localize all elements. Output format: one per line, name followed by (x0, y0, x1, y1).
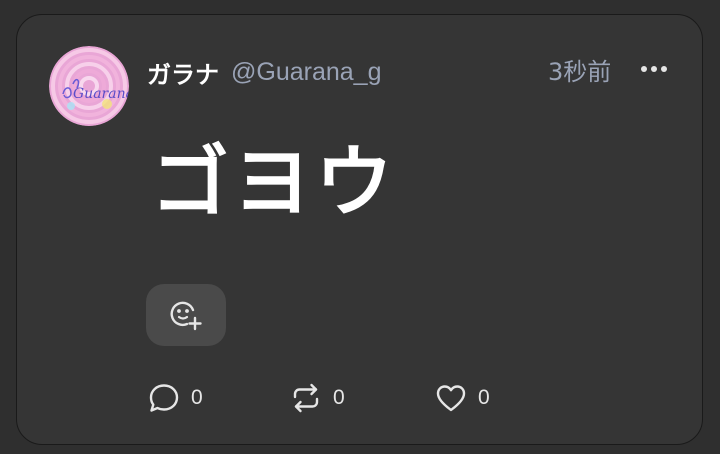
renote-icon (293, 383, 319, 413)
post-header: ガラナ @Guarana_g (147, 52, 381, 92)
avatar-spiral-logo: Guarana (49, 46, 129, 126)
more-horizontal-icon (641, 66, 667, 72)
more-options-button[interactable] (637, 57, 671, 81)
reply-count: 0 (191, 386, 203, 409)
like-count: 0 (478, 386, 490, 409)
add-reaction-button[interactable] (146, 284, 226, 346)
renote-count: 0 (333, 386, 345, 409)
like-button[interactable]: 0 (434, 381, 490, 415)
avatar[interactable]: Guarana (49, 46, 129, 126)
post-card: Guarana ガラナ @Guarana_g 3秒前 ゴヨウ 0 0 0 (16, 14, 703, 445)
add-reaction-icon (170, 301, 202, 331)
post-text: ゴヨウ (151, 137, 398, 228)
svg-text:Guarana: Guarana (73, 86, 129, 102)
author-handle[interactable]: @Guarana_g (231, 58, 381, 87)
reply-button[interactable]: 0 (147, 381, 203, 415)
reply-icon (149, 384, 179, 412)
post-timestamp[interactable]: 3秒前 (548, 52, 611, 92)
renote-button[interactable]: 0 (289, 381, 345, 415)
author-display-name[interactable]: ガラナ (147, 55, 219, 90)
heart-icon (436, 385, 466, 412)
